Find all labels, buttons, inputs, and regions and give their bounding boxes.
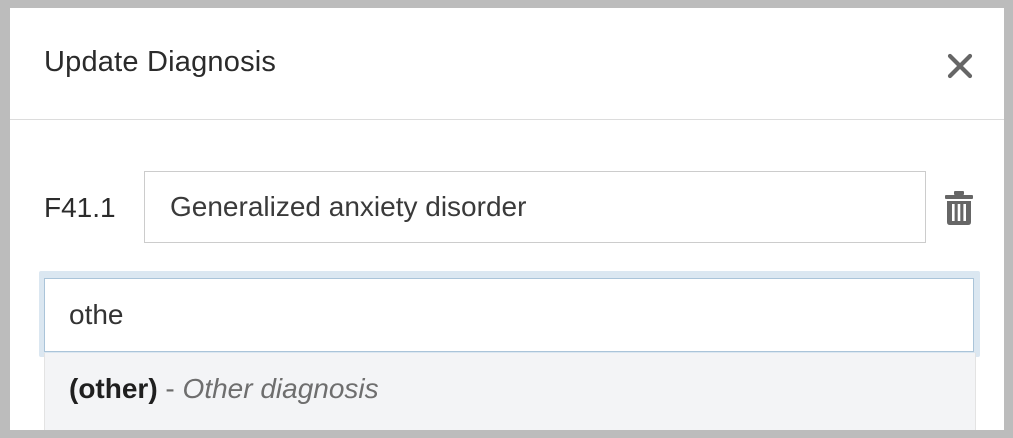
close-icon <box>947 53 973 79</box>
suggestion-dropdown: (other) - Other diagnosis <box>44 353 976 430</box>
delete-diagnosis-button[interactable] <box>944 190 974 226</box>
close-button[interactable] <box>944 50 976 82</box>
update-diagnosis-dialog: Update Diagnosis F41.1 (other) - Other d… <box>10 8 1004 430</box>
suggestion-separator: - <box>157 373 183 404</box>
diagnosis-name-field[interactable] <box>144 171 926 243</box>
dialog-title: Update Diagnosis <box>44 46 277 78</box>
suggestion-code: (other) <box>69 373 158 404</box>
trash-icon <box>945 191 973 225</box>
dialog-header: Update Diagnosis <box>10 8 1004 120</box>
diagnosis-search-input[interactable] <box>44 278 974 352</box>
suggestion-item[interactable]: (other) - Other diagnosis <box>69 373 379 405</box>
diagnosis-code-label: F41.1 <box>44 192 116 223</box>
suggestion-description: Other diagnosis <box>182 373 379 404</box>
